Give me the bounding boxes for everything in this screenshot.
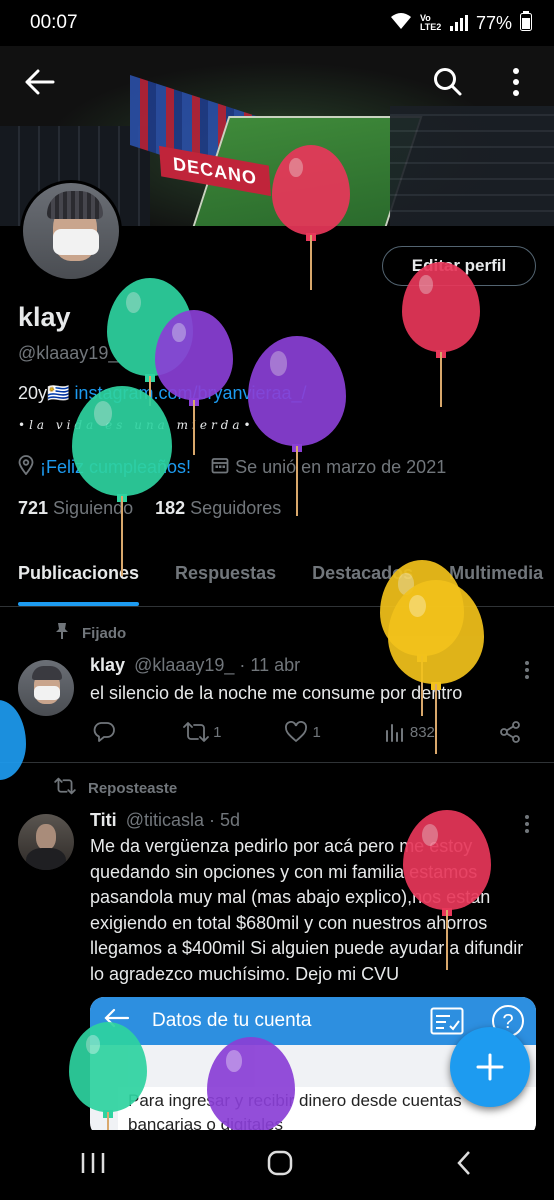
reposted-label: Reposteaste: [88, 779, 178, 797]
balloon-green: [72, 386, 172, 576]
card-form-icon: [430, 1007, 464, 1041]
bio-text: 20y🇺🇾: [18, 383, 75, 403]
post-time[interactable]: · 5d: [209, 810, 240, 830]
repost-icon: [183, 722, 209, 742]
balloon-blue: [0, 700, 26, 780]
post-header: klay @klaaay19_ · 11 abr: [90, 655, 300, 676]
reply-icon: [93, 722, 115, 742]
more-options-button[interactable]: [496, 62, 536, 102]
recent-apps-button[interactable]: [80, 1151, 106, 1180]
home-icon: [267, 1150, 293, 1175]
followers-count: 182: [155, 498, 186, 518]
repost-context: Reposteaste: [54, 777, 177, 799]
followers-link[interactable]: 182 Seguidores: [155, 498, 281, 519]
profile-name: klay: [18, 302, 71, 332]
system-nav-bar: [0, 1130, 554, 1200]
plus-icon: [476, 1053, 504, 1081]
post-actions: 1 1 832: [92, 720, 522, 744]
recent-apps-icon: [81, 1152, 105, 1173]
post-header: Titi @titicasla · 5d: [90, 810, 240, 831]
status-bar: 00:07 Vo LTE2 77%: [0, 0, 554, 46]
views-button[interactable]: 832: [384, 721, 435, 743]
post-avatar[interactable]: [18, 814, 74, 870]
repost-button[interactable]: 1: [183, 721, 221, 743]
back-button[interactable]: [20, 62, 60, 102]
system-back-button[interactable]: [454, 1149, 474, 1182]
status-time: 00:07: [30, 12, 78, 33]
profile-avatar[interactable]: [20, 180, 122, 282]
balloon-red: [272, 145, 350, 290]
views-count: 832: [409, 723, 435, 741]
repost-icon: [54, 777, 76, 799]
balloon-purple: [248, 336, 346, 516]
pin-icon: [54, 622, 70, 644]
arrow-left-icon: [25, 69, 55, 95]
signal-icon: [449, 15, 468, 31]
repost-count: 1: [213, 723, 222, 741]
views-icon: [385, 724, 403, 742]
follow-counts: 721 Siguiendo 182 Seguidores: [18, 498, 281, 519]
home-button[interactable]: [266, 1149, 294, 1182]
banner-city-right: [390, 106, 554, 226]
search-icon: [434, 68, 462, 96]
reply-button[interactable]: [92, 721, 120, 743]
more-vertical-icon: [525, 815, 529, 833]
share-button[interactable]: [498, 720, 522, 744]
balloon-purple: [207, 1037, 295, 1133]
status-icons: Vo LTE2 77%: [390, 10, 532, 36]
post-text: el silencio de la noche me consume por d…: [90, 683, 463, 703]
post-divider: [0, 762, 554, 763]
post-avatar[interactable]: [18, 660, 74, 716]
card-title: Datos de tu cuenta: [152, 1010, 312, 1031]
like-count: 1: [312, 723, 321, 741]
tab-publicaciones[interactable]: Publicaciones: [0, 548, 157, 606]
pinned-context: Fijado: [54, 622, 126, 644]
following-count: 721: [18, 498, 49, 518]
more-vertical-icon: [513, 68, 519, 96]
balloon-green: [69, 1022, 147, 1132]
post-author[interactable]: klay: [90, 655, 125, 675]
like-button[interactable]: 1: [284, 721, 321, 743]
following-link[interactable]: 721 Siguiendo: [18, 498, 133, 519]
compose-button[interactable]: [450, 1027, 530, 1107]
balloon-red: [403, 810, 491, 970]
share-icon: [500, 721, 520, 743]
wifi-icon: [390, 12, 412, 35]
search-button[interactable]: [428, 62, 468, 102]
post-handle[interactable]: @klaaay19_: [134, 655, 234, 675]
post-more-button[interactable]: [524, 660, 530, 680]
post-author[interactable]: Titi: [90, 810, 117, 830]
followers-label: Seguidores: [190, 498, 282, 518]
calendar-icon: [211, 456, 229, 479]
post-time[interactable]: · 11 abr: [239, 655, 300, 675]
heart-icon: [285, 721, 308, 743]
profile-handle: @klaaay19_: [18, 343, 119, 363]
location-pin-icon: [18, 455, 34, 480]
pinned-label: Fijado: [82, 624, 127, 642]
network-label: Vo LTE2: [419, 13, 442, 32]
balloon-yellow: [388, 580, 484, 754]
chevron-left-icon: [457, 1150, 470, 1175]
balloon-red: [402, 262, 480, 407]
post-more-button[interactable]: [524, 814, 530, 834]
battery-icon: [520, 10, 532, 36]
battery-level: 77%: [475, 12, 512, 33]
more-vertical-icon: [525, 661, 529, 679]
joined-date: Se unió en marzo de 2021: [235, 457, 447, 477]
tab-respuestas[interactable]: Respuestas: [157, 548, 294, 606]
post-handle[interactable]: @titicasla: [126, 810, 204, 830]
